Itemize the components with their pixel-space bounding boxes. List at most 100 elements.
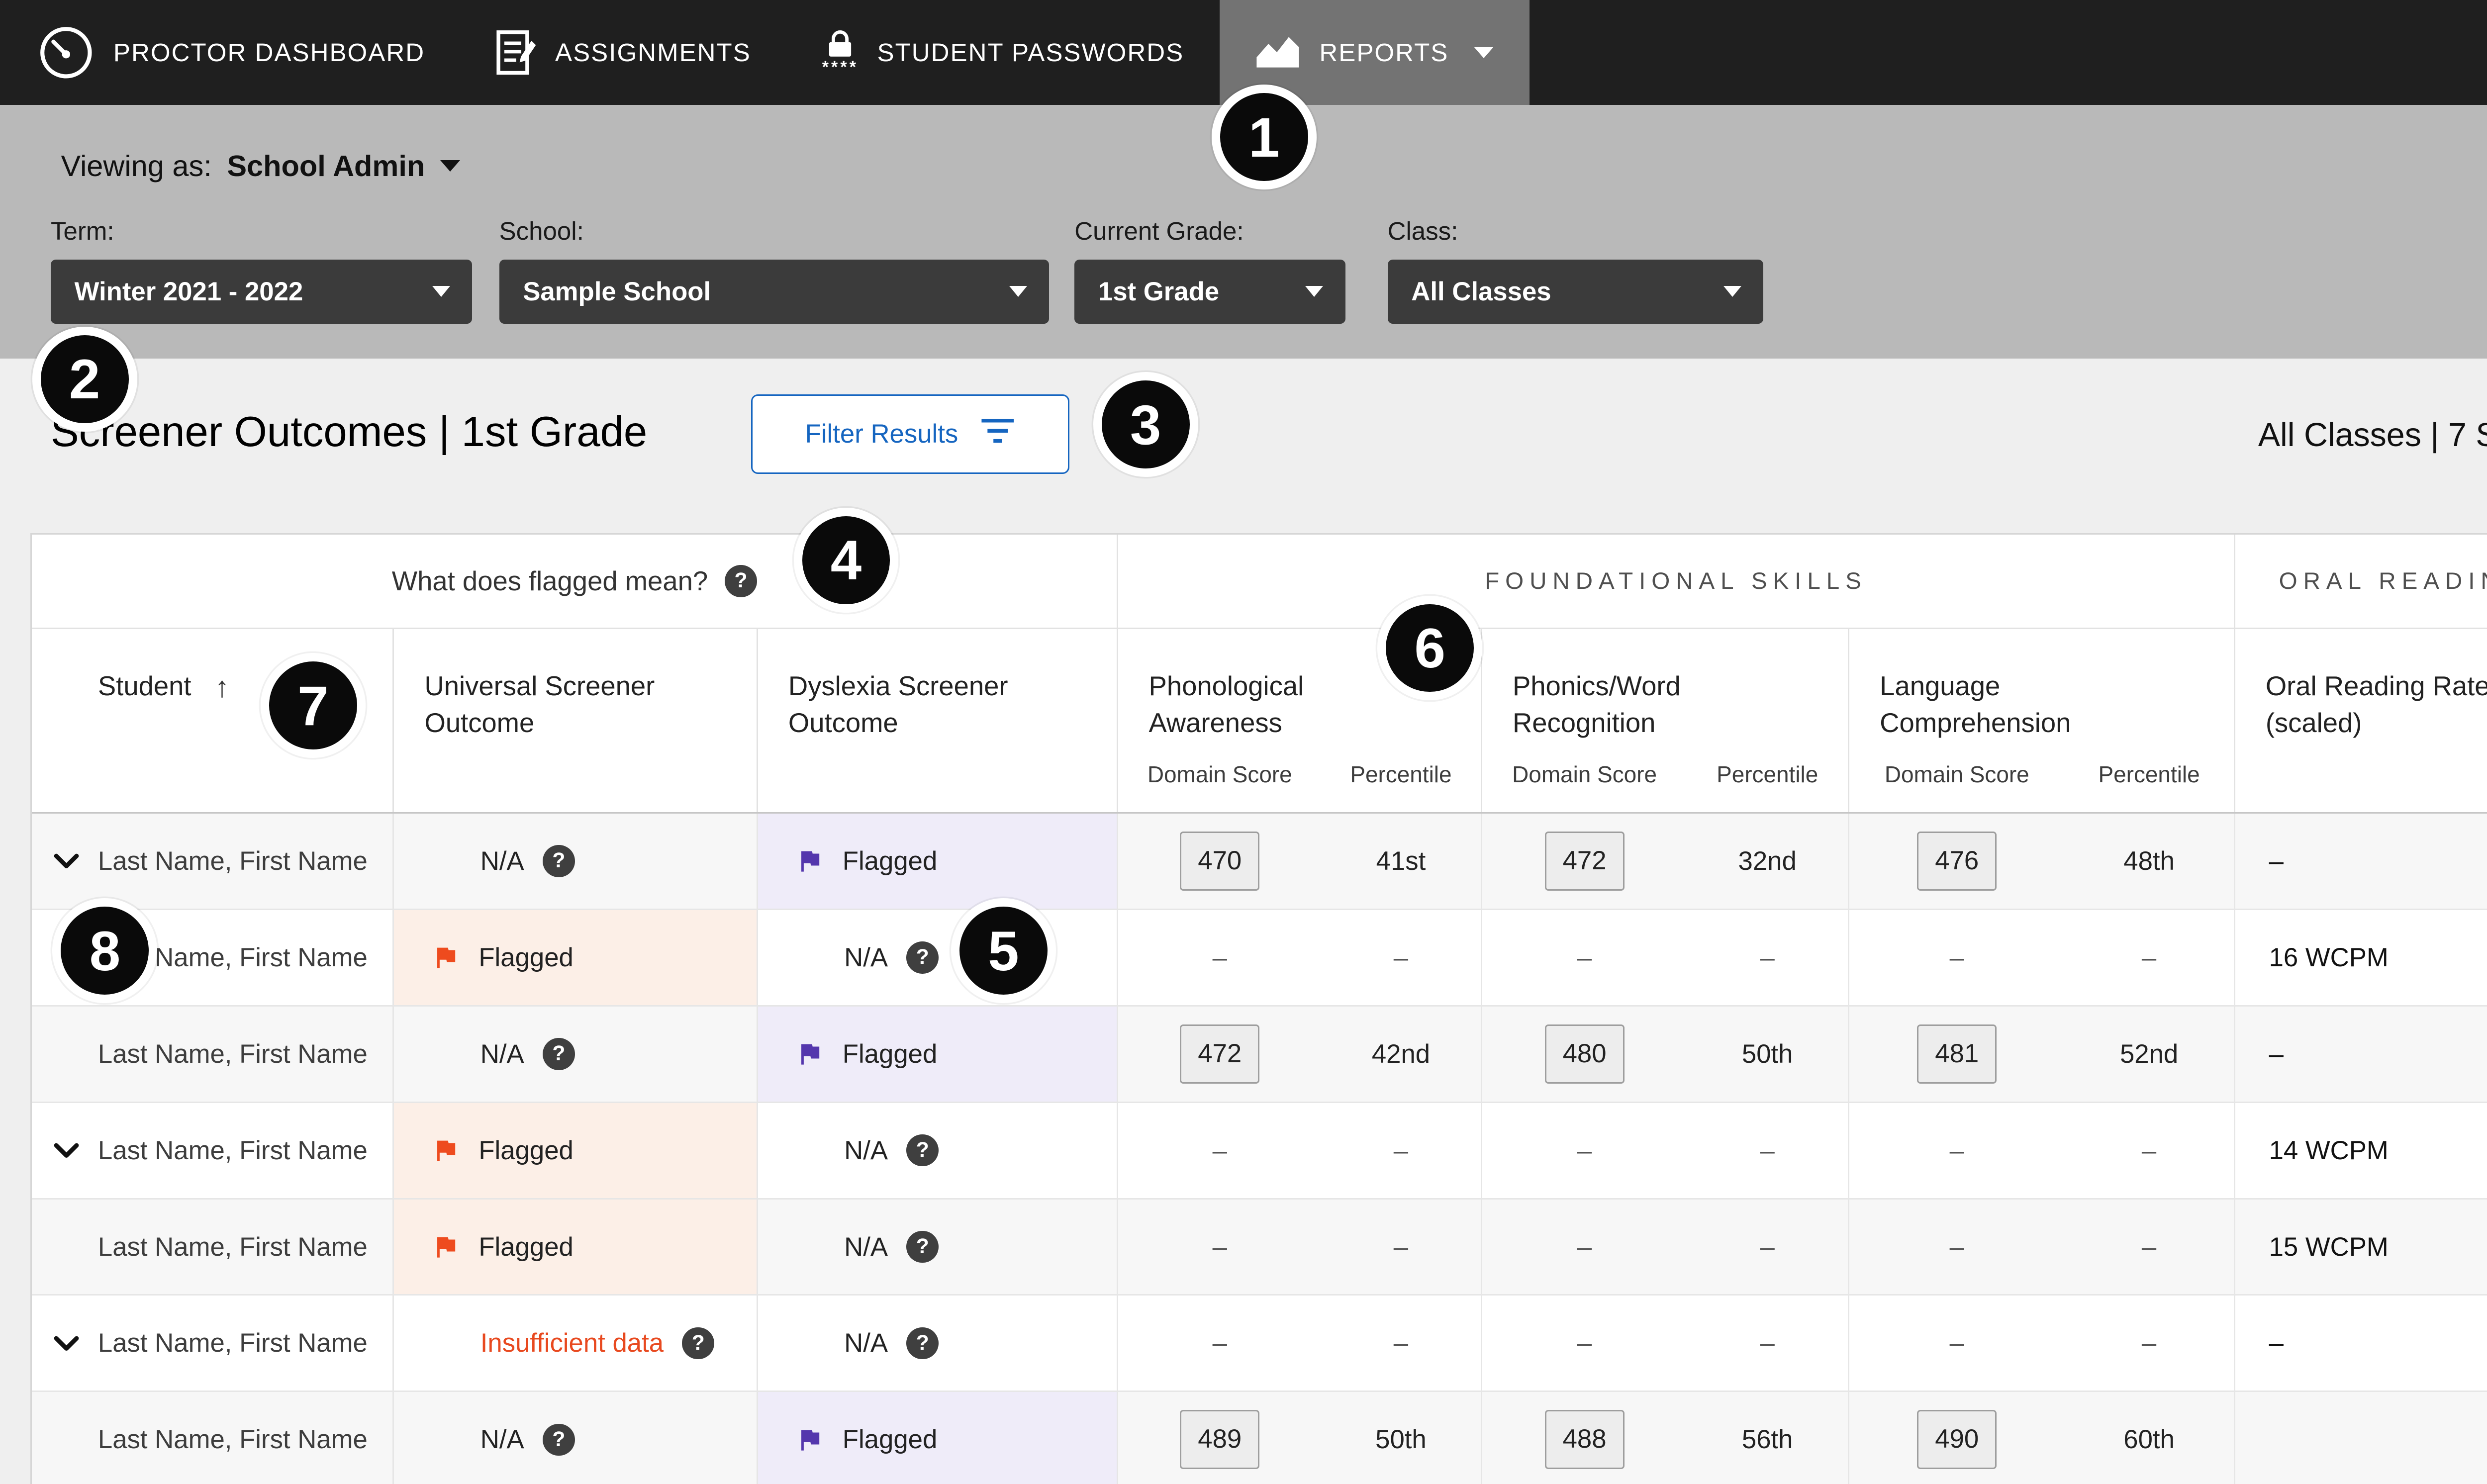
- column-title: Student: [98, 668, 191, 704]
- domain-score: 490: [1917, 1410, 1997, 1469]
- student-cell: Last Name, First Name: [32, 1007, 394, 1102]
- domain-score: –: [1213, 942, 1227, 973]
- school-select[interactable]: Sample School: [499, 260, 1050, 324]
- class-value: All Classes: [1411, 277, 1551, 307]
- sort-ascending-icon: [215, 668, 229, 707]
- term-select[interactable]: Winter 2021 - 2022: [51, 260, 472, 324]
- percentile: 50th: [1375, 1424, 1427, 1455]
- viewing-as-label: Viewing as:: [61, 149, 211, 183]
- chevron-down-icon: [1009, 286, 1027, 297]
- table-row: Last Name, First Name Flagged N/A – – – …: [32, 910, 2487, 1007]
- domain-score: 476: [1917, 832, 1997, 891]
- annotation-marker-4: 4: [794, 508, 899, 613]
- phonics-cell: 488 56th: [1482, 1392, 1849, 1484]
- percentile: –: [1394, 942, 1408, 973]
- student-name: Last Name, First Name: [98, 846, 368, 876]
- domain-score: 489: [1180, 1410, 1259, 1469]
- help-icon[interactable]: [543, 845, 575, 877]
- viewing-as-selector[interactable]: Viewing as: School Admin: [61, 149, 460, 183]
- help-icon[interactable]: [906, 1134, 939, 1167]
- term-value: Winter 2021 - 2022: [75, 277, 303, 307]
- term-label: Term:: [51, 216, 472, 246]
- phonological-cell: – –: [1118, 1200, 1482, 1295]
- domain-score: 488: [1545, 1410, 1625, 1469]
- language-cell: – –: [1849, 1296, 2235, 1391]
- grade-select[interactable]: 1st Grade: [1074, 260, 1345, 324]
- domain-score: 470: [1180, 832, 1259, 891]
- help-icon[interactable]: [725, 565, 757, 597]
- table-row: Last Name, First Name Flagged N/A – – – …: [32, 1200, 2487, 1296]
- help-icon[interactable]: [906, 1327, 939, 1360]
- dyslexia-outcome-cell: N/A: [758, 1103, 1119, 1198]
- outcome-label: Flagged: [843, 846, 938, 876]
- help-icon[interactable]: [682, 1327, 714, 1360]
- term-filter: Term: Winter 2021 - 2022: [51, 216, 472, 323]
- universal-outcome-cell: Flagged: [394, 1103, 758, 1198]
- class-select[interactable]: All Classes: [1388, 260, 1763, 324]
- column-title: Dyslexia Screener Outcome: [788, 668, 1084, 741]
- group-oral-reading: ORAL READING: [2235, 535, 2487, 628]
- percentile: 60th: [2123, 1424, 2175, 1455]
- nav-item-assignments[interactable]: ASSIGNMENTS: [461, 0, 787, 105]
- page-title: Screener Outcomes | 1st Grade: [51, 408, 647, 457]
- student-name: Last Name, First Name: [98, 1135, 368, 1166]
- screener-outcomes-table: What does flagged mean? FOUNDATIONAL SKI…: [30, 533, 2487, 1484]
- outcome-label: N/A: [844, 1328, 888, 1358]
- column-title: Phonological Awareness: [1149, 668, 1360, 741]
- flagged-help: What does flagged mean?: [32, 535, 1118, 628]
- chevron-down-icon[interactable]: [52, 1143, 81, 1158]
- outcome-label: Flagged: [478, 1135, 574, 1166]
- student-cell: Last Name, First Name: [32, 1200, 394, 1295]
- chevron-down-icon: [432, 286, 450, 297]
- outcome-label: N/A: [480, 846, 524, 876]
- chevron-down-icon[interactable]: [52, 1336, 81, 1351]
- domain-score: –: [1950, 1328, 1964, 1358]
- subcolumn-percentile: Percentile: [1321, 759, 1481, 790]
- grade-value: 1st Grade: [1098, 277, 1219, 307]
- column-header-universal-screener: Universal Screener Outcome: [394, 629, 758, 812]
- help-icon[interactable]: [906, 941, 939, 974]
- nav-item-label: REPORTS: [1319, 38, 1448, 67]
- outcome-label: N/A: [480, 1424, 524, 1455]
- language-cell: 481 52nd: [1849, 1007, 2235, 1102]
- domain-score: 481: [1917, 1024, 1997, 1084]
- page: PROCTOR DASHBOARD ASSIGNMENTS **** STUDE…: [0, 0, 2487, 1484]
- phonological-cell: – –: [1118, 1296, 1482, 1391]
- help-icon[interactable]: [543, 1038, 575, 1070]
- student-cell: Last Name, First Name: [32, 1392, 394, 1484]
- universal-outcome-cell: Flagged: [394, 910, 758, 1005]
- chevron-down-icon[interactable]: [52, 853, 81, 869]
- column-header-language-comprehension: Language Comprehension Domain Score Perc…: [1849, 629, 2235, 812]
- language-cell: 490 60th: [1849, 1392, 2235, 1484]
- flagged-help-label: What does flagged mean?: [392, 565, 708, 597]
- oral-reading-cell: 15 WCPM: [2235, 1200, 2487, 1295]
- filter-results-button[interactable]: Filter Results: [751, 394, 1069, 474]
- percentile: –: [1760, 1232, 1775, 1262]
- flag-icon: [795, 1039, 824, 1068]
- subcolumn-domain-score: Domain Score: [1849, 759, 2065, 790]
- dyslexia-outcome-cell: Flagged: [758, 1392, 1119, 1484]
- flag-icon: [431, 1136, 460, 1165]
- column-header-oral-reading-rate: Oral Reading Rate (scaled): [2235, 629, 2487, 812]
- dyslexia-outcome-cell: N/A: [758, 1200, 1119, 1295]
- student-cell: Last Name, First Name: [32, 1296, 394, 1391]
- help-icon[interactable]: [543, 1424, 575, 1456]
- outcome-label: N/A: [844, 1232, 888, 1262]
- phonics-cell: – –: [1482, 1296, 1849, 1391]
- language-cell: 476 48th: [1849, 814, 2235, 909]
- chevron-down-icon: [1305, 286, 1323, 297]
- column-title: Oral Reading Rate (scaled): [2266, 668, 2487, 741]
- phonological-cell: 470 41st: [1118, 814, 1482, 909]
- phonics-cell: – –: [1482, 1200, 1849, 1295]
- percentile: –: [1394, 1232, 1408, 1262]
- phonics-cell: 472 32nd: [1482, 814, 1849, 909]
- nav-item-student-passwords[interactable]: **** STUDENT PASSWORDS: [786, 0, 1219, 105]
- flag-icon: [795, 1425, 824, 1454]
- help-icon[interactable]: [906, 1231, 939, 1263]
- nav-item-proctor-dashboard[interactable]: PROCTOR DASHBOARD: [0, 0, 461, 105]
- percentile: 56th: [1742, 1424, 1793, 1455]
- student-cell: Last Name, First Name: [32, 1103, 394, 1198]
- chevron-down-icon: [1474, 47, 1494, 58]
- percentile: 32nd: [1738, 846, 1797, 876]
- filter-results-label: Filter Results: [805, 419, 958, 449]
